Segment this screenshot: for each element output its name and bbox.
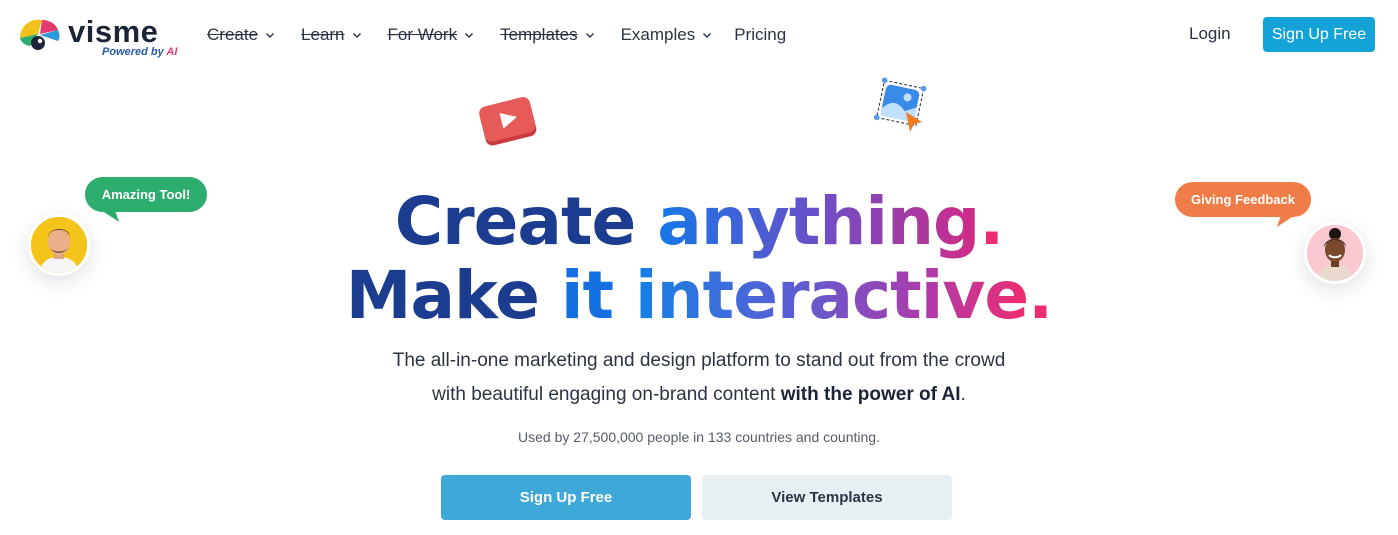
headline-word: Create bbox=[394, 183, 637, 260]
hero-subtitle-line2: with beautiful engaging on-brand content… bbox=[0, 378, 1398, 412]
image-cursor-icon bbox=[873, 77, 927, 132]
signup-button-hero[interactable]: Sign Up Free bbox=[441, 475, 691, 520]
logo-tagline-ai: AI bbox=[166, 46, 178, 58]
nav-item-label: Examples bbox=[620, 25, 696, 44]
subtitle-plain: with beautiful engaging on-brand content bbox=[432, 384, 776, 405]
headline-word: anything bbox=[657, 183, 980, 260]
hero-headline-line1: Create anything. bbox=[0, 184, 1398, 260]
usage-stats: Used by 27,500,000 people in 133 countri… bbox=[518, 429, 880, 445]
view-templates-button[interactable]: View Templates bbox=[702, 475, 952, 520]
nav-item-learn[interactable]: Learn bbox=[301, 25, 361, 45]
nav-item-label: Create bbox=[207, 25, 259, 44]
chevron-down-icon bbox=[703, 33, 712, 38]
signup-button-header[interactable]: Sign Up Free bbox=[1263, 17, 1375, 52]
chevron-down-icon bbox=[585, 33, 594, 38]
logo-wordmark: visme bbox=[68, 14, 159, 49]
main-menu: Create Learn For Work Templates Examples… bbox=[207, 24, 812, 46]
subtitle-bold: with the power of AI bbox=[780, 384, 961, 405]
subtitle-end: . bbox=[960, 384, 966, 405]
nav-item-label: For Work bbox=[387, 25, 458, 44]
headline-word: Make bbox=[345, 257, 540, 334]
visme-logo-icon bbox=[20, 19, 60, 50]
nav-item-examples[interactable]: Examples bbox=[621, 25, 713, 45]
headline-word: it bbox=[560, 257, 614, 334]
nav-item-templates[interactable]: Templates bbox=[500, 25, 594, 45]
top-navigation: visme Powered by AI Create Learn For Wor… bbox=[0, 0, 1398, 70]
headline-period: . bbox=[979, 183, 1004, 260]
login-link[interactable]: Login bbox=[1189, 24, 1231, 44]
hero-subtitle-line1: The all-in-one marketing and design plat… bbox=[392, 350, 1006, 371]
nav-item-for-work[interactable]: For Work bbox=[388, 25, 475, 45]
chevron-down-icon bbox=[352, 33, 361, 38]
logo-tagline-prefix: Powered by bbox=[102, 46, 164, 58]
visme-logo[interactable]: visme Powered by AI bbox=[16, 14, 177, 60]
hero-headline-line2: Make it interactive. bbox=[0, 258, 1398, 334]
nav-item-create[interactable]: Create bbox=[207, 25, 275, 45]
nav-item-label: Pricing bbox=[734, 25, 787, 44]
nav-item-pricing[interactable]: Pricing bbox=[734, 25, 786, 45]
nav-item-label: Templates bbox=[500, 25, 578, 44]
chevron-down-icon bbox=[465, 33, 474, 38]
logo-tagline: Powered by AI bbox=[102, 46, 177, 58]
nav-item-label: Learn bbox=[301, 25, 345, 44]
chevron-down-icon bbox=[266, 33, 275, 38]
headline-word: interactive bbox=[635, 257, 1029, 334]
headline-period: . bbox=[1028, 257, 1053, 334]
play-button-icon bbox=[479, 97, 537, 146]
